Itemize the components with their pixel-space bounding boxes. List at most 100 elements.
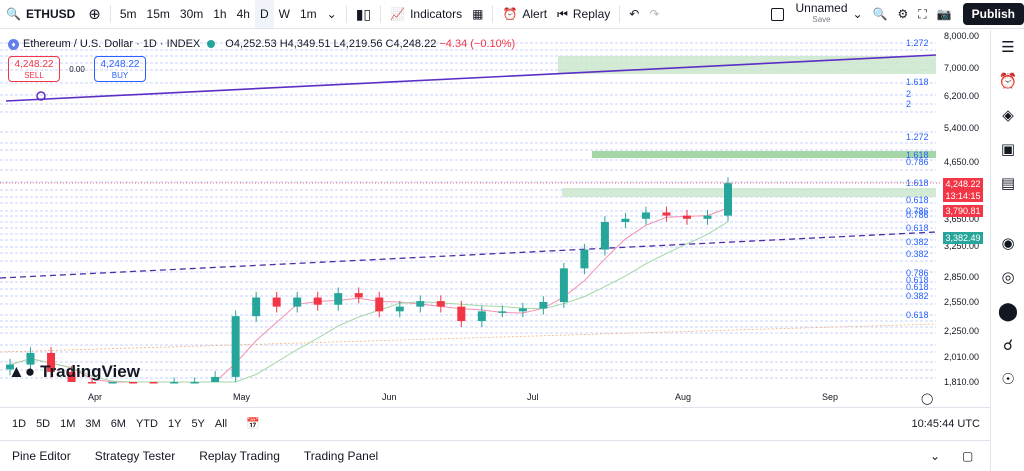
range-5d[interactable]: 5D: [31, 418, 55, 430]
watchlist-icon[interactable]: ☰: [991, 30, 1024, 64]
price-label: 2,550.00: [944, 297, 980, 307]
time-label-apr: Apr: [88, 392, 103, 402]
range-3m[interactable]: 3M: [80, 418, 105, 430]
notifications-icon[interactable]: ☌: [991, 328, 1024, 362]
candle-body: [621, 218, 630, 223]
alerts-clock-icon[interactable]: ⏰: [991, 64, 1024, 98]
tab-replay-trading[interactable]: Replay Trading: [187, 449, 292, 463]
spread-value: 0.00: [69, 64, 85, 74]
price-label: 6,200.00: [944, 91, 980, 101]
price-chart[interactable]: 1.2721.618221.2721.6180.7861.6180.6180.7…: [0, 30, 990, 407]
symbol-label: ETHUSD: [25, 7, 76, 21]
layout-menu[interactable]: Unnamed Save ⌄: [766, 0, 867, 28]
candle-body: [354, 293, 363, 298]
maximize-panel-icon[interactable]: ▢: [962, 449, 973, 463]
time-label-jun: Jun: [382, 392, 397, 402]
range-5y[interactable]: 5Y: [186, 418, 209, 430]
candle-body: [436, 301, 445, 307]
fib-level-label: 1.272: [906, 38, 929, 48]
chart-type-button[interactable]: ▮▯: [351, 0, 376, 28]
undo-icon: ↶: [629, 7, 640, 21]
range-1y[interactable]: 1Y: [163, 418, 186, 430]
tradingview-logo: ▲● TradingView: [8, 362, 140, 382]
legend-title[interactable]: Ethereum / U.S. Dollar · 1D · INDEX: [23, 38, 200, 50]
right-sidebar: ☰ ⏰ ◈ ▣ ▤ ◉ ◎ ⬤ ☌ ☉: [990, 30, 1024, 471]
plus-circle-icon: ⊕: [88, 6, 101, 23]
interval-15m[interactable]: 15m: [142, 0, 175, 28]
symbol-search[interactable]: 🔍 ETHUSD: [0, 0, 83, 28]
last-price-tag: 4,248.22: [943, 178, 983, 190]
price-label: 2,250.00: [944, 326, 980, 336]
candle-body: [252, 297, 261, 317]
alert-button[interactable]: ⏰ Alert: [497, 0, 552, 28]
range-1d[interactable]: 1D: [0, 418, 31, 430]
interval-d[interactable]: D: [254, 0, 274, 28]
chevron-down-icon[interactable]: ⌄: [930, 449, 940, 463]
interval-1h[interactable]: 1h: [208, 0, 231, 28]
candle-body: [600, 222, 609, 250]
apps-icon[interactable]: ⬤: [991, 294, 1024, 328]
time-axis[interactable]: Apr May Jun Jul Aug Sep ◯: [0, 389, 940, 407]
snapshot-button[interactable]: 📷: [932, 0, 957, 28]
replay-button[interactable]: ⏮ Replay: [552, 0, 615, 28]
quick-search-button[interactable]: 🔍: [868, 0, 893, 28]
legend-low: L4,219.56: [333, 38, 383, 50]
legend-open: O4,252.53: [225, 38, 277, 50]
compare-button[interactable]: ⊕: [83, 0, 106, 28]
trade-buttons: 4,248.22 SELL 0.00 4,248.22 BUY: [8, 56, 146, 82]
interval-w[interactable]: W: [274, 0, 295, 28]
clock-utc[interactable]: 10:45:44 UTC: [912, 418, 980, 430]
fib-level-label: 2: [906, 89, 911, 99]
chart-legend: ♦ Ethereum / U.S. Dollar · 1D · INDEX O4…: [8, 38, 515, 50]
interval-dropdown[interactable]: ⌄: [322, 0, 342, 28]
candle-body: [477, 311, 486, 322]
candles-icon: ▮▯: [355, 5, 372, 22]
ideas-icon[interactable]: ◎: [991, 260, 1024, 294]
tradingview-logo-icon: ▲●: [8, 362, 36, 381]
interval-30m[interactable]: 30m: [175, 0, 208, 28]
sell-button[interactable]: 4,248.22 SELL: [8, 56, 60, 82]
signal-icon[interactable]: ◉: [991, 226, 1024, 260]
brand-text: TradingView: [40, 362, 140, 381]
interval-5m[interactable]: 5m: [115, 0, 142, 28]
time-label-may: May: [233, 392, 251, 402]
range-ytd[interactable]: YTD: [131, 418, 163, 430]
interval-1m[interactable]: 1m: [295, 0, 322, 28]
chat-icon[interactable]: ▣: [991, 132, 1024, 166]
interval-4h[interactable]: 4h: [232, 0, 255, 28]
baseline-line: [0, 323, 937, 353]
layers-icon[interactable]: ◈: [991, 98, 1024, 132]
candle-body: [313, 297, 322, 305]
fib-level-label: 0.382: [906, 237, 929, 247]
candle-body: [108, 382, 117, 384]
tab-trading-panel[interactable]: Trading Panel: [292, 449, 390, 463]
calendar-icon[interactable]: ▤: [991, 166, 1024, 200]
redo-button[interactable]: ↷: [644, 0, 664, 28]
time-label-jul: Jul: [527, 392, 539, 402]
fullscreen-button[interactable]: ⛶: [913, 0, 931, 28]
top-toolbar: 🔍 ETHUSD ⊕ 5m 15m 30m 1h 4h D W 1m ⌄ ▮▯ …: [0, 0, 1024, 29]
tab-strategy-tester[interactable]: Strategy Tester: [83, 449, 187, 463]
goto-date-icon[interactable]: ◯: [921, 392, 933, 405]
market-status-dot[interactable]: [207, 40, 216, 48]
range-1m[interactable]: 1M: [55, 418, 80, 430]
indicators-button[interactable]: 📈 Indicators: [385, 0, 467, 28]
range-6m[interactable]: 6M: [106, 418, 131, 430]
candle-body: [703, 215, 712, 219]
settings-button[interactable]: ⚙: [893, 0, 914, 28]
legend-high: H4,349.51: [279, 38, 331, 50]
price-axis[interactable]: 8,000.00 7,000.00 6,200.00 5,400.00 4,650.00…: [940, 30, 990, 407]
range-all[interactable]: All: [210, 418, 232, 430]
publish-button[interactable]: Publish: [962, 3, 1024, 25]
templates-button[interactable]: ▦: [467, 0, 488, 28]
grid-icon: ▦: [472, 7, 484, 21]
search-icon: 🔍: [872, 7, 888, 21]
ma-slow-tag: 3,382.49: [943, 232, 983, 244]
tab-pine-editor[interactable]: Pine Editor: [0, 449, 83, 463]
price-label: 2,010.00: [944, 352, 980, 362]
help-icon[interactable]: ☉: [991, 362, 1024, 396]
undo-button[interactable]: ↶: [624, 0, 644, 28]
buy-button[interactable]: 4,248.22 BUY: [94, 56, 146, 82]
time-label-sep: Sep: [822, 392, 839, 402]
date-range-icon[interactable]: 📅: [232, 417, 265, 430]
